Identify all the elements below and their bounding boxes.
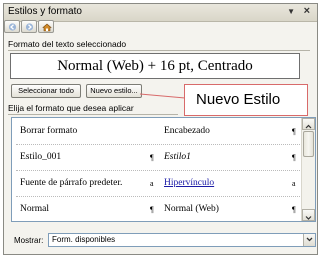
home-button[interactable] xyxy=(38,20,54,33)
style-estilo-001[interactable]: Estilo_001 xyxy=(20,152,61,162)
back-button[interactable] xyxy=(4,20,20,33)
style-heading[interactable]: Encabezado xyxy=(164,126,210,136)
style-hyperlink[interactable]: Hipervínculo xyxy=(164,178,214,188)
forward-button[interactable] xyxy=(21,20,37,33)
current-format-box[interactable]: Normal (Web) + 16 pt, Centrado xyxy=(10,53,300,79)
style-row: Normal ¶ Normal (Web) ¶ xyxy=(12,196,302,222)
scroll-down-button[interactable] xyxy=(302,209,315,221)
style-row: Fuente de párrafo predeter. a Hipervíncu… xyxy=(12,170,302,196)
scroll-up-button[interactable] xyxy=(302,118,315,130)
show-filter-value: Form. disponibles xyxy=(52,235,116,244)
apply-format-heading: Elija el formato que desea aplicar xyxy=(8,103,134,113)
select-all-button[interactable]: Seleccionar todo xyxy=(11,84,81,98)
home-icon xyxy=(42,23,52,32)
paragraph-mark-icon: ¶ xyxy=(292,205,296,214)
divider xyxy=(8,114,178,115)
new-style-button[interactable]: Nuevo estilo... xyxy=(86,84,142,98)
show-label: Mostrar: xyxy=(14,236,44,245)
close-icon[interactable]: × xyxy=(304,5,310,17)
current-format-heading: Formato del texto seleccionado xyxy=(8,39,127,49)
chevron-down-icon xyxy=(306,237,313,242)
character-style-icon: a xyxy=(292,179,296,188)
callout-pointer xyxy=(140,93,186,99)
dropdown-button[interactable] xyxy=(303,234,315,246)
style-row: Estilo_001 ¶ Estilo1 ¶ xyxy=(12,144,302,170)
styles-list[interactable]: Borrar formato Encabezado ¶ Estilo_001 ¶… xyxy=(11,117,316,222)
divider xyxy=(8,50,310,51)
list-scrollbar[interactable] xyxy=(301,118,315,221)
character-style-icon: a xyxy=(150,179,154,188)
paragraph-mark-icon: ¶ xyxy=(150,205,154,214)
style-estilo1[interactable]: Estilo1 xyxy=(164,152,191,162)
style-normal-web[interactable]: Normal (Web) xyxy=(164,204,219,214)
style-normal[interactable]: Normal xyxy=(20,204,49,214)
new-style-callout: Nuevo Estilo xyxy=(184,84,308,116)
scroll-thumb[interactable] xyxy=(303,131,314,157)
pane-menu-arrow-icon[interactable]: ▼ xyxy=(287,7,295,16)
forward-arrow-icon xyxy=(25,23,34,31)
chevron-down-icon xyxy=(305,216,312,220)
style-default-font[interactable]: Fuente de párrafo predeter. xyxy=(20,178,122,188)
style-row: Borrar formato Encabezado ¶ xyxy=(12,118,302,144)
paragraph-mark-icon: ¶ xyxy=(292,127,296,136)
show-filter-select[interactable]: Form. disponibles xyxy=(48,233,316,247)
style-clear-format[interactable]: Borrar formato xyxy=(20,126,77,136)
pane-title: Estilos y formato xyxy=(8,6,82,17)
back-arrow-icon xyxy=(8,23,17,31)
paragraph-mark-icon: ¶ xyxy=(292,153,296,162)
paragraph-mark-icon: ¶ xyxy=(150,153,154,162)
